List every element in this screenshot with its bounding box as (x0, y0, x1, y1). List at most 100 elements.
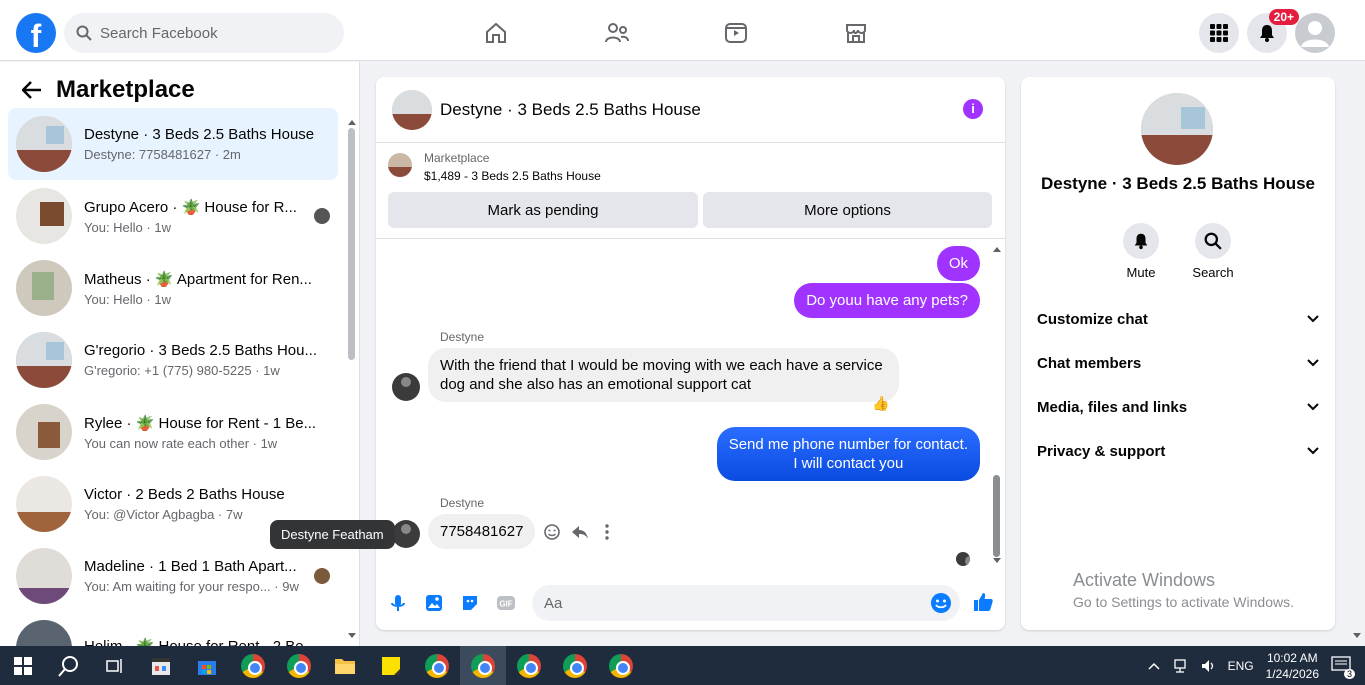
search-icon (1204, 232, 1222, 250)
watermark-subtitle: Go to Settings to activate Windows. (1073, 594, 1294, 610)
read-receipt-avatar (314, 568, 330, 584)
info-icon[interactable]: i (963, 99, 983, 119)
chat-members-row[interactable]: Chat members (1037, 341, 1319, 385)
more-options-button[interactable]: More options (703, 192, 992, 228)
incoming-message[interactable]: With the friend that I would be moving w… (428, 348, 899, 402)
privacy-support-row[interactable]: Privacy & support (1037, 429, 1319, 473)
friends-nav-button[interactable] (596, 17, 716, 49)
search-icon (58, 655, 78, 677)
thumbs-up-reaction-icon[interactable]: 👍 (872, 395, 889, 412)
scroll-down-arrow-icon[interactable] (992, 557, 1002, 565)
page-scrollbar[interactable] (1351, 62, 1361, 646)
volume-icon[interactable] (1200, 658, 1216, 674)
menu-button[interactable] (1199, 13, 1239, 53)
outgoing-message[interactable]: Ok (936, 246, 980, 281)
sidebar-title: Marketplace (56, 76, 195, 103)
sidebar-scroll-thumb[interactable] (348, 128, 355, 360)
chrome-icon (563, 653, 587, 678)
thumbs-up-send-icon[interactable] (972, 591, 994, 613)
outgoing-message[interactable]: Send me phone number for contact. I will… (716, 427, 980, 481)
listing-thumbnail (16, 476, 72, 532)
search-facebook-input[interactable]: Search Facebook (64, 13, 344, 53)
notification-count-badge: 3 (1343, 668, 1355, 679)
react-emoji-icon[interactable] (543, 523, 561, 541)
taskbar-chrome[interactable] (230, 646, 276, 685)
mark-as-pending-button[interactable]: Mark as pending (388, 192, 698, 228)
back-arrow-icon[interactable] (22, 81, 42, 99)
marketplace-nav-button[interactable] (836, 17, 956, 49)
outgoing-message[interactable]: Do youu have any pets? (794, 283, 980, 318)
reply-icon[interactable] (571, 523, 589, 541)
profile-avatar-icon (1301, 21, 1329, 47)
listing-price-title[interactable]: $1,489 - 3 Beds 2.5 Baths House (424, 169, 601, 183)
conversation-name: Helim · 🪴 House for Rent - 2 Be... (84, 637, 330, 646)
sender-avatar[interactable] (392, 520, 420, 548)
mute-label: Mute (1126, 265, 1156, 280)
incoming-message[interactable]: 7758481627 (428, 514, 536, 549)
scroll-up-arrow-icon[interactable] (992, 245, 1002, 253)
taskbar-sticky-notes[interactable] (368, 646, 414, 685)
taskbar-chrome-5[interactable] (598, 646, 644, 685)
taskbar-app-clapper[interactable] (138, 646, 184, 685)
gif-icon[interactable]: GIF (496, 593, 516, 613)
scroll-up-arrow-icon[interactable] (347, 118, 357, 126)
taskbar-app-store[interactable] (184, 646, 230, 685)
sticky-note-icon (382, 656, 400, 675)
network-icon[interactable] (1172, 658, 1188, 674)
photo-icon[interactable] (424, 593, 444, 613)
taskbar-chrome-profile[interactable] (276, 646, 322, 685)
conversation-item[interactable]: Matheus · 🪴 Apartment for Ren... You: Hel… (8, 252, 338, 324)
facebook-logo-icon[interactable]: f (16, 13, 56, 53)
scroll-down-arrow-icon[interactable] (347, 632, 357, 640)
mute-button[interactable]: Mute (1121, 223, 1161, 280)
conversation-name: Rylee · 🪴 House for Rent - 1 Be... (84, 414, 317, 432)
notifications-button[interactable]: 20+ (1247, 9, 1299, 53)
listing-actions: Mark as pending More options (388, 192, 992, 228)
taskbar-file-explorer[interactable] (322, 646, 368, 685)
clock[interactable]: 10:02 AM 1/24/2026 (1266, 650, 1319, 682)
message-input[interactable]: Aa (532, 585, 960, 621)
chat-listing-avatar[interactable] (392, 89, 432, 130)
taskbar-chrome-4[interactable] (552, 646, 598, 685)
conversation-item[interactable]: Helim · 🪴 House for Rent - 2 Be... (8, 612, 338, 646)
top-navigation-bar: f Search Facebook 20+ (0, 5, 1365, 61)
conversation-item[interactable]: Rylee · 🪴 House for Rent - 1 Be... You ca… (8, 396, 338, 468)
windows-logo-icon (14, 656, 32, 675)
start-button[interactable] (0, 646, 46, 685)
home-nav-button[interactable] (476, 17, 596, 49)
listing-thumbnail (16, 620, 72, 646)
taskbar-chrome-active[interactable] (460, 646, 506, 685)
taskbar-search-button[interactable] (46, 646, 92, 685)
account-avatar-button[interactable] (1295, 13, 1335, 53)
more-vertical-icon[interactable] (604, 523, 610, 541)
customize-chat-row[interactable]: Customize chat (1037, 297, 1319, 341)
conversation-item[interactable]: Grupo Acero · 🪴 House for R... You: Hello… (8, 180, 338, 252)
marketplace-label: Marketplace (424, 151, 490, 165)
emoji-icon[interactable] (930, 592, 952, 614)
chat-header: Destyne · 3 Beds 2.5 Baths House i (376, 77, 1005, 143)
conversation-item[interactable]: G'regorio · 3 Beds 2.5 Baths Hou... G'reg… (8, 324, 338, 396)
action-center-button[interactable]: 3 (1331, 655, 1355, 679)
conversation-name: Matheus · 🪴 Apartment for Ren... (84, 270, 312, 288)
chat-scroll-thumb[interactable] (993, 475, 1000, 557)
task-view-button[interactable] (92, 646, 138, 685)
search-in-chat-button[interactable]: Search (1192, 223, 1234, 280)
conversation-name: Victor · 2 Beds 2 Baths House (84, 486, 285, 503)
video-nav-button[interactable] (716, 17, 836, 49)
chat-scrollbar[interactable] (991, 245, 1001, 565)
chat-title[interactable]: Destyne · 3 Beds 2.5 Baths House (440, 100, 701, 120)
sender-avatar[interactable] (392, 373, 420, 401)
sidebar-scrollbar[interactable] (346, 118, 356, 638)
scroll-down-arrow-icon[interactable] (1352, 632, 1362, 640)
language-indicator[interactable]: ENG (1228, 659, 1254, 673)
clapperboard-icon (152, 657, 170, 675)
conversation-item[interactable]: Madeline · 1 Bed 1 Bath Apart... You: Am … (8, 540, 338, 612)
taskbar-chrome-3[interactable] (506, 646, 552, 685)
conversation-item[interactable]: Destyne · 3 Beds 2.5 Baths House Destyne:… (8, 108, 338, 180)
sticker-icon[interactable] (460, 593, 480, 613)
media-files-links-row[interactable]: Media, files and links (1037, 385, 1319, 429)
chevron-up-icon[interactable] (1148, 662, 1160, 670)
taskbar-chrome-2[interactable] (414, 646, 460, 685)
contact-avatar[interactable] (1141, 93, 1213, 165)
microphone-icon[interactable] (388, 593, 408, 613)
